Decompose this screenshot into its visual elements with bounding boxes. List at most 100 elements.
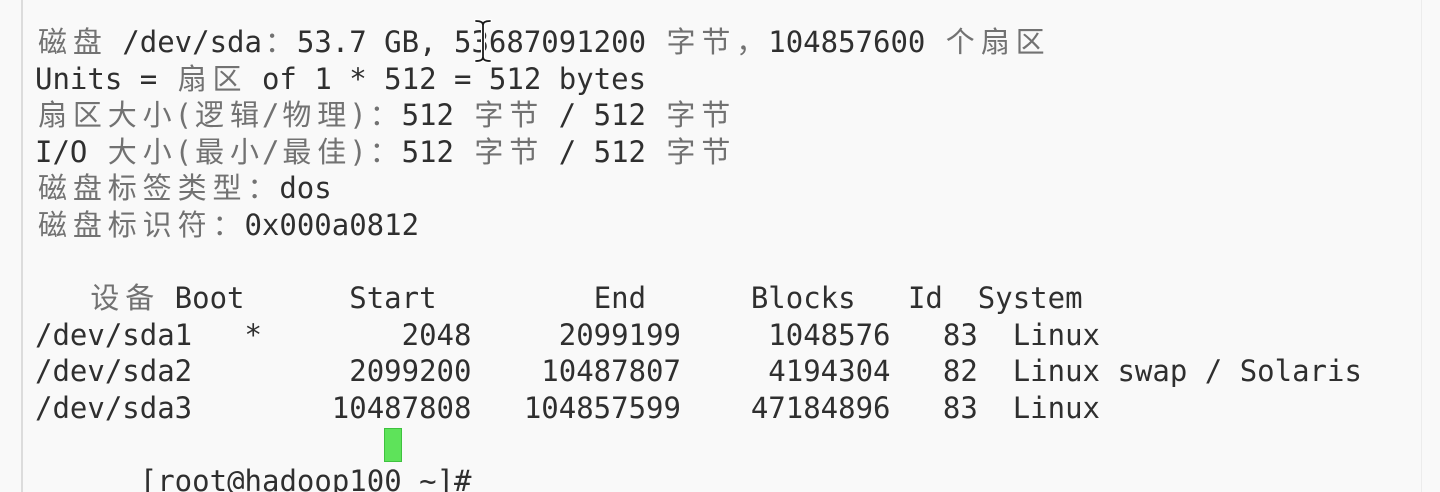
wide-char: 节 (701, 25, 731, 59)
wide-char: 扇 (37, 98, 67, 133)
partition-id: 82 (942, 354, 978, 389)
cjk-text: 设备 (87, 281, 157, 315)
cjk-text: 磁盘标签类型： (35, 171, 279, 205)
cjk-text: ： (262, 25, 297, 59)
cjk-text: 磁盘 (35, 25, 105, 59)
wide-char: 理 (317, 98, 347, 133)
sector-size-line: 扇区大小(逻辑 / 物理)： 512 字节 / 512 字节 (35, 97, 1048, 134)
wide-char: 字 (666, 25, 696, 59)
wide-char: ： (212, 207, 242, 242)
header-start: Start (349, 281, 437, 316)
partition-blocks: 4194304 (768, 354, 891, 389)
cjk-text: 个扇区 (943, 25, 1048, 59)
terminal-output[interactable]: 磁盘 /dev/sda： 53.7 GB, 53687091200 字节， 1048… (35, 24, 1362, 492)
wide-char: ： (247, 171, 277, 206)
wide-char: 小 (142, 134, 172, 169)
wide-char: 佳 (317, 134, 347, 169)
header-end: End (593, 281, 647, 316)
wide-char: 区 (212, 61, 242, 96)
wide-char: 辑 (229, 98, 259, 133)
header-id: Id (907, 281, 943, 316)
disk-identifier-line: 磁盘标识符： 0x000a0812 (35, 207, 1048, 244)
wide-char: 标 (107, 171, 137, 206)
partition-table-header: 设备 Boot Start End Blocks Id System (35, 280, 1082, 317)
window-left-border (21, 0, 23, 492)
wide-char: 类 (177, 171, 207, 206)
disk-units-line: Units = 扇区 of 1 * 512 = 512 bytes (35, 61, 647, 96)
wide-char: 逻 (195, 98, 225, 133)
header-boot: Boot (174, 281, 245, 316)
disk-summary-line: 磁盘 /dev/sda： 53.7 GB, 53687091200 字节， 1048… (35, 24, 1048, 61)
partition-end: 104857599 (523, 390, 681, 425)
wide-char: ， (736, 25, 766, 59)
disk-label-type-line: 磁盘标签类型： dos (35, 170, 1048, 207)
cjk-text: 字节 (663, 135, 733, 169)
partition-row: /dev/sda1 * 2048 2099199 1048576 83 Linu… (35, 317, 1100, 354)
wide-char: 节 (701, 98, 731, 133)
wide-char: 型 (212, 171, 242, 206)
header-system: System (977, 281, 1083, 316)
partition-boot-flag: * (244, 317, 262, 352)
wide-char: 扇 (177, 61, 207, 96)
wide-char: 盘 (72, 25, 102, 59)
wide-char: 节 (701, 134, 731, 169)
header-blocks: Blocks (750, 281, 856, 316)
cjk-text: 扇区大小(逻辑 / 物理)： (35, 98, 402, 132)
partition-start: 2048 (401, 317, 472, 352)
cjk-text: 字节 (471, 135, 541, 169)
wide-char: 盘 (72, 207, 102, 242)
wide-char: 最 (282, 134, 312, 169)
wide-char: 识 (142, 207, 172, 242)
partition-blocks: 1048576 (768, 317, 891, 352)
cjk-text: 字节 (663, 98, 733, 132)
partition-row: /dev/sda3 10487808 104857599 47184896 83… (35, 390, 1100, 427)
partition-device: /dev/sda3 (35, 390, 193, 425)
wide-char: 磁 (37, 171, 67, 206)
partition-end: 10487807 (541, 354, 681, 389)
partition-system: Linux (1012, 317, 1101, 352)
wide-char: ： (369, 98, 399, 133)
wide-char: 最 (195, 134, 225, 169)
partition-end: 2099199 (558, 317, 681, 352)
wide-char: 设 (90, 281, 120, 316)
wide-char: 区 (1015, 25, 1045, 59)
wide-char: ： (369, 134, 399, 169)
partition-system: Linux (1012, 390, 1101, 425)
wide-char: 字 (666, 98, 696, 133)
partition-row: /dev/sda2 2099200 10487807 4194304 82 Li… (35, 353, 1362, 390)
wide-char: 签 (142, 171, 172, 206)
cjk-text: 大小(最小 / 最佳)： (105, 135, 402, 169)
partition-id: 83 (942, 317, 978, 352)
wide-char: 节 (509, 134, 539, 169)
cjk-text: 磁盘标识符： (35, 208, 244, 242)
wide-char: 个 (945, 25, 975, 59)
i-beam-cursor-icon (474, 19, 492, 63)
wide-char: 符 (177, 207, 207, 242)
io-size-line: I/O 大小(最小 / 最佳)： 512 字节 / 512 字节 (35, 134, 1048, 171)
cjk-text: 字节， (664, 25, 769, 59)
shell-prompt-line[interactable]: [root@hadoop100 ~]# (35, 427, 1048, 492)
window-right-border (1421, 0, 1422, 492)
partition-start: 10487808 (331, 390, 472, 425)
cjk-text: 字节 (471, 98, 541, 132)
wide-char: ： (264, 25, 294, 59)
wide-char: 字 (666, 134, 696, 169)
wide-char: 备 (125, 281, 155, 316)
partition-device: /dev/sda2 (35, 354, 193, 389)
wide-char: 小 (142, 98, 172, 133)
wide-char: 盘 (72, 171, 102, 206)
wide-char: 物 (282, 98, 312, 133)
wide-char: 区 (72, 98, 102, 133)
partition-id: 83 (942, 390, 978, 425)
wide-char: 节 (509, 98, 539, 133)
wide-char: 标 (107, 207, 137, 242)
wide-char: 大 (107, 98, 137, 133)
terminal-window: 磁盘 /dev/sda： 53.7 GB, 53687091200 字节， 1048… (0, 0, 1440, 492)
wide-char: 磁 (37, 25, 67, 59)
wide-char: 小 (229, 134, 259, 169)
partition-blocks: 47184896 (750, 390, 891, 425)
cjk-text: 扇区 (175, 62, 245, 96)
wide-char: 磁 (37, 207, 67, 242)
wide-char: 大 (107, 134, 137, 169)
